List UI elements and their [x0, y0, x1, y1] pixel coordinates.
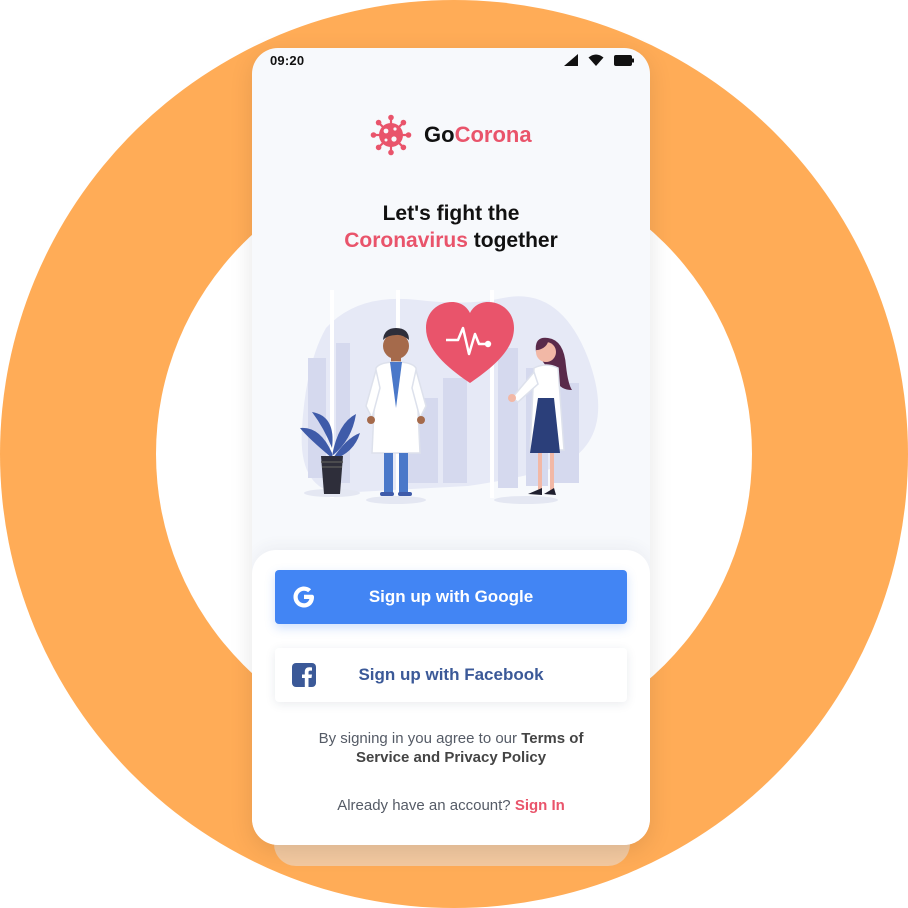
app-logo: GoCorona [370, 114, 532, 156]
terms-notice: By signing in you agree to our Terms of … [292, 729, 610, 767]
facebook-icon [292, 663, 316, 687]
wifi-icon [588, 54, 604, 66]
app-name: GoCorona [424, 122, 532, 148]
headline-accent: Coronavirus [344, 229, 468, 252]
virus-icon [370, 114, 412, 156]
auth-sheet: Sign up with Google Sign up with Faceboo… [252, 550, 650, 845]
signal-icon [564, 54, 578, 66]
terms-prefix: By signing in you agree to our [318, 730, 518, 747]
google-signup-button[interactable]: Sign up with Google [275, 570, 627, 624]
facebook-signup-label: Sign up with Facebook [358, 665, 544, 684]
headline-line1: Let's fight the [382, 202, 520, 225]
google-icon [293, 586, 314, 608]
headline-line2: Coronavirus together [252, 227, 650, 254]
google-signup-label: Sign up with Google [368, 587, 534, 606]
headline-rest: together [473, 229, 558, 252]
signin-link[interactable]: Sign In [515, 797, 565, 814]
app-name-part2: Corona [454, 122, 532, 147]
status-bar: 09:20 [252, 48, 650, 78]
signin-prompt-text: Already have an account? [337, 797, 511, 814]
phone-screen: 09:20 GoCorona Let's fight the Coronavir… [252, 48, 650, 845]
battery-icon [614, 54, 634, 66]
facebook-signup-button[interactable]: Sign up with Facebook [275, 648, 627, 702]
status-icons [564, 54, 634, 66]
app-name-part1: Go [424, 122, 455, 147]
page-headline: Let's fight the Coronavirus together [252, 200, 650, 254]
status-time: 09:20 [270, 53, 305, 68]
doctors-heart-illustration [300, 290, 599, 504]
signin-prompt: Already have an account? Sign In [252, 797, 650, 814]
